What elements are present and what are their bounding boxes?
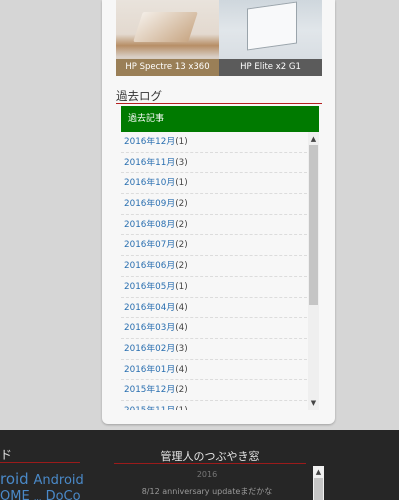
archive-list-item[interactable]: 2016年11月(3): [121, 153, 307, 174]
archive-list-item[interactable]: 2016年02月(3): [121, 339, 307, 360]
footer-divider: [0, 462, 80, 463]
tag-link[interactable]: Android: [34, 473, 84, 488]
product-card-spectre[interactable]: HP Spectre 13 x360: [116, 0, 219, 76]
archive-list-item[interactable]: 2016年01月(4): [121, 360, 307, 381]
archive-month-link[interactable]: 2016年06月: [124, 261, 175, 271]
tag-link[interactable]: roid: [0, 470, 29, 488]
archive-month-link[interactable]: 2016年01月: [124, 365, 175, 375]
tag-link[interactable]: ...: [34, 493, 42, 500]
archive-list-item[interactable]: 2016年12月(1): [121, 132, 307, 153]
tweet-scrollbar[interactable]: ▲: [313, 466, 324, 500]
tag-link[interactable]: OME: [0, 489, 30, 500]
tag-cloud-line: roid Android: [0, 470, 84, 488]
scroll-down-icon[interactable]: ▼: [308, 398, 319, 409]
archive-month-link[interactable]: 2016年07月: [124, 240, 175, 250]
archive-list-item[interactable]: 2016年04月(4): [121, 298, 307, 319]
laptop-image: [133, 12, 198, 42]
tweet-text: 8/12 anniversary updateまだかな: [141, 487, 273, 496]
archive-list-item[interactable]: 2016年05月(1): [121, 277, 307, 298]
tag-cloud-line: OME ... DoCo: [0, 489, 81, 500]
archive-post-count: (4): [175, 323, 188, 334]
product-card-elite[interactable]: HP Elite x2 G1: [219, 0, 322, 76]
archive-list-item[interactable]: 2016年06月(2): [121, 256, 307, 277]
archive-scrollbar[interactable]: ▲ ▼: [308, 132, 319, 410]
archive-post-count: (2): [175, 261, 188, 272]
tag-link[interactable]: DoCo: [46, 489, 81, 500]
footer-tags-title: ド: [0, 448, 13, 462]
product-banner: HP Spectre 13 x360 HP Elite x2 G1: [116, 0, 322, 76]
scroll-thumb[interactable]: [309, 145, 318, 305]
archive-list-item[interactable]: 2015年11月(1): [121, 401, 307, 410]
scroll-up-icon[interactable]: ▲: [308, 134, 319, 145]
archive-post-count: (2): [175, 219, 188, 230]
footer-divider: [114, 463, 306, 464]
archive-list-item[interactable]: 2015年12月(2): [121, 380, 307, 401]
archive-list-item[interactable]: 2016年08月(2): [121, 215, 307, 236]
archive-post-count: (1): [175, 406, 187, 410]
section-divider: [116, 103, 322, 104]
archive-month-link[interactable]: 2016年10月: [124, 178, 175, 188]
tablet-image: [247, 1, 297, 51]
product-caption: HP Elite x2 G1: [219, 59, 322, 76]
archive-post-count: (4): [175, 302, 188, 313]
archive-post-count: (2): [175, 199, 188, 210]
archive-post-count: (3): [175, 343, 188, 354]
archive-list-box[interactable]: 2016年12月(1) 2016年11月(3) 2016年10月(1) 2016年09…: [121, 132, 319, 410]
scroll-thumb[interactable]: [314, 478, 323, 500]
archive-list-item[interactable]: 2016年10月(1): [121, 173, 307, 195]
archive-month-link[interactable]: 2016年12月: [124, 137, 175, 147]
archive-month-link[interactable]: 2016年09月: [124, 199, 175, 209]
archive-month-link[interactable]: 2016年03月: [124, 323, 175, 333]
archive-post-count: (1): [175, 178, 188, 189]
archive-post-count: (1): [175, 281, 188, 292]
archive-post-count: (3): [175, 157, 188, 168]
archive-month-link[interactable]: 2015年12月: [124, 385, 175, 395]
archive-month-link[interactable]: 2016年02月: [124, 344, 175, 354]
archive-month-link[interactable]: 2015年11月: [124, 406, 175, 410]
archive-post-count: (2): [175, 240, 188, 251]
archive-month-link[interactable]: 2016年11月: [124, 158, 175, 168]
archive-list-item[interactable]: 2016年09月(2): [121, 194, 307, 215]
product-caption: HP Spectre 13 x360: [116, 59, 219, 76]
archive-post-count: (4): [175, 364, 188, 375]
archive-list-item[interactable]: 2016年03月(4): [121, 318, 307, 339]
scroll-up-icon[interactable]: ▲: [313, 467, 324, 478]
archive-month-link[interactable]: 2016年05月: [124, 282, 175, 292]
tweet-widget-title: 管理人のつぶやき窓: [160, 450, 260, 463]
archive-month-link[interactable]: 2016年08月: [124, 220, 175, 230]
tweet-widget[interactable]: 2016 8/12 anniversary updateまだかな ▲: [114, 466, 325, 500]
archive-post-count: (2): [175, 385, 188, 396]
archive-section-title: 過去ログ: [116, 89, 162, 103]
archive-month-link[interactable]: 2016年04月: [124, 303, 175, 313]
archive-header: 過去記事: [121, 106, 319, 132]
tweet-year: 2016: [196, 470, 218, 479]
archive-list: 2016年12月(1) 2016年11月(3) 2016年10月(1) 2016年09…: [121, 132, 307, 410]
archive-list-item[interactable]: 2016年07月(2): [121, 235, 307, 257]
archive-post-count: (1): [175, 137, 188, 147]
